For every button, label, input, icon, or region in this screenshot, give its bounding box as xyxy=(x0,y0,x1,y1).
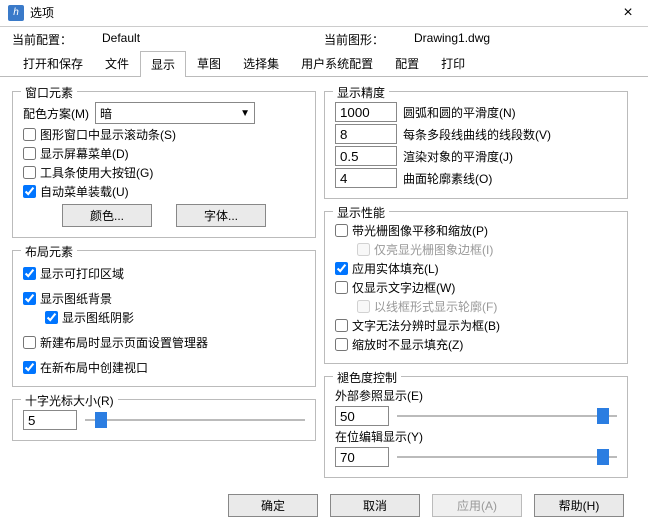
close-icon[interactable]: × xyxy=(616,0,640,26)
cb-text-as-frame-label: 文字无法分辨时显示为框(B) xyxy=(352,317,500,334)
cb-panzoom-raster-label: 带光栅图像平移和缩放(P) xyxy=(352,222,488,239)
app-icon: h xyxy=(8,5,24,21)
group-fade-control: 褪色度控制 外部参照显示(E) 在位编辑显示(Y) xyxy=(324,376,628,478)
cb-hide-fill-zoom[interactable] xyxy=(335,338,348,351)
pline-segs-input[interactable] xyxy=(335,124,397,144)
cb-page-setup-mgr[interactable] xyxy=(23,336,36,349)
cb-panzoom-raster[interactable] xyxy=(335,224,348,237)
tab-user-sys[interactable]: 用户系统配置 xyxy=(290,50,384,76)
crosshair-slider[interactable] xyxy=(85,412,305,428)
cb-text-as-frame[interactable] xyxy=(335,319,348,332)
cb-printable-area[interactable] xyxy=(23,267,36,280)
legend-layout-elements: 布局元素 xyxy=(21,243,77,260)
arc-smooth-label: 圆弧和圆的平滑度(N) xyxy=(403,104,617,121)
group-display-precision: 显示精度 圆弧和圆的平滑度(N) 每条多段线曲线的线段数(V) 渲染对象的平滑度… xyxy=(324,91,628,199)
inplace-fade-slider[interactable] xyxy=(397,449,617,465)
render-smooth-label: 渲染对象的平滑度(J) xyxy=(403,148,617,165)
cb-solid-fill[interactable] xyxy=(335,262,348,275)
tab-print[interactable]: 打印 xyxy=(430,50,476,76)
cb-highlight-raster-label: 仅亮显光栅图象边框(I) xyxy=(374,241,493,258)
cb-screen-menu[interactable] xyxy=(23,147,36,160)
legend-crosshair: 十字光标大小(R) xyxy=(21,392,118,409)
tab-selection[interactable]: 选择集 xyxy=(232,50,290,76)
cb-paper-shadow[interactable] xyxy=(45,311,58,324)
chevron-down-icon: ▼ xyxy=(240,108,250,119)
cb-paper-shadow-label: 显示图纸阴影 xyxy=(62,309,134,326)
cb-hide-fill-zoom-label: 缩放时不显示填充(Z) xyxy=(352,336,463,353)
xref-fade-label: 外部参照显示(E) xyxy=(335,387,423,404)
xref-fade-input[interactable] xyxy=(335,406,389,426)
ok-button[interactable]: 确定 xyxy=(228,494,318,517)
current-config-label: 当前配置： xyxy=(12,31,76,48)
current-config-value: Default xyxy=(76,31,140,48)
title-bar: h 选项 × xyxy=(0,0,648,27)
colors-button[interactable]: 颜色... xyxy=(62,204,152,227)
cb-solid-fill-label: 应用实体填充(L) xyxy=(352,260,439,277)
cb-text-frame-label: 仅显示文字边框(W) xyxy=(352,279,455,296)
current-drawing-value: Drawing1.dwg xyxy=(388,31,490,48)
cb-highlight-raster xyxy=(357,243,370,256)
surface-contour-label: 曲面轮廓素线(O) xyxy=(403,170,617,187)
dialog-footer: 确定 取消 应用(A) 帮助(H) xyxy=(0,484,648,529)
cb-large-buttons-label: 工具条使用大按钮(G) xyxy=(40,164,153,181)
cb-scrollbars[interactable] xyxy=(23,128,36,141)
cb-printable-area-label: 显示可打印区域 xyxy=(40,265,124,282)
fonts-button[interactable]: 字体... xyxy=(176,204,266,227)
cb-auto-menu-load[interactable] xyxy=(23,185,36,198)
crosshair-size-input[interactable] xyxy=(23,410,77,430)
legend-fade-control: 褪色度控制 xyxy=(333,369,401,386)
current-drawing-label: 当前图形： xyxy=(324,31,388,48)
group-layout-elements: 布局元素 显示可打印区域 显示图纸背景 显示图纸阴影 新建布局时显示页面设置管理… xyxy=(12,250,316,387)
group-display-performance: 显示性能 带光栅图像平移和缩放(P) 仅亮显光栅图象边框(I) 应用实体填充(L… xyxy=(324,211,628,364)
cb-paper-bg[interactable] xyxy=(23,292,36,305)
inplace-fade-input[interactable] xyxy=(335,447,389,467)
group-window-elements: 窗口元素 配色方案(M) 暗 ▼ 图形窗口中显示滚动条(S) 显示屏幕菜单(D)… xyxy=(12,91,316,238)
color-scheme-label: 配色方案(M) xyxy=(23,105,89,122)
apply-button: 应用(A) xyxy=(432,494,522,517)
cb-screen-menu-label: 显示屏幕菜单(D) xyxy=(40,145,129,162)
cb-text-frame[interactable] xyxy=(335,281,348,294)
cancel-button[interactable]: 取消 xyxy=(330,494,420,517)
tab-open-save[interactable]: 打开和保存 xyxy=(12,50,94,76)
help-button[interactable]: 帮助(H) xyxy=(534,494,624,517)
group-crosshair: 十字光标大小(R) xyxy=(12,399,316,441)
cb-large-buttons[interactable] xyxy=(23,166,36,179)
color-scheme-value: 暗 xyxy=(100,105,112,122)
render-smooth-input[interactable] xyxy=(335,146,397,166)
legend-display-precision: 显示精度 xyxy=(333,84,389,101)
tab-strip: 打开和保存 文件 显示 草图 选择集 用户系统配置 配置 打印 xyxy=(0,50,648,76)
cb-page-setup-mgr-label: 新建布局时显示页面设置管理器 xyxy=(40,334,208,351)
legend-window-elements: 窗口元素 xyxy=(21,84,77,101)
surface-contour-input[interactable] xyxy=(335,168,397,188)
cb-wireframe xyxy=(357,300,370,313)
cb-create-viewport-label: 在新布局中创建视口 xyxy=(40,359,148,376)
cb-scrollbars-label: 图形窗口中显示滚动条(S) xyxy=(40,126,176,143)
config-info-row: 当前配置： Default 当前图形： Drawing1.dwg xyxy=(0,27,648,50)
cb-paper-bg-label: 显示图纸背景 xyxy=(40,290,112,307)
tab-profile[interactable]: 配置 xyxy=(384,50,430,76)
arc-smooth-input[interactable] xyxy=(335,102,397,122)
tab-file[interactable]: 文件 xyxy=(94,50,140,76)
tab-display[interactable]: 显示 xyxy=(140,51,186,77)
cb-wireframe-label: 以线框形式显示轮廓(F) xyxy=(374,298,497,315)
cb-create-viewport[interactable] xyxy=(23,361,36,374)
window-title: 选项 xyxy=(30,0,616,26)
tab-sketch[interactable]: 草图 xyxy=(186,50,232,76)
inplace-fade-label: 在位编辑显示(Y) xyxy=(335,428,423,445)
dialog-body: 窗口元素 配色方案(M) 暗 ▼ 图形窗口中显示滚动条(S) 显示屏幕菜单(D)… xyxy=(0,77,648,484)
color-scheme-select[interactable]: 暗 ▼ xyxy=(95,102,255,124)
pline-segs-label: 每条多段线曲线的线段数(V) xyxy=(403,126,617,143)
legend-display-performance: 显示性能 xyxy=(333,204,389,221)
cb-auto-menu-load-label: 自动菜单装载(U) xyxy=(40,183,129,200)
xref-fade-slider[interactable] xyxy=(397,408,617,424)
